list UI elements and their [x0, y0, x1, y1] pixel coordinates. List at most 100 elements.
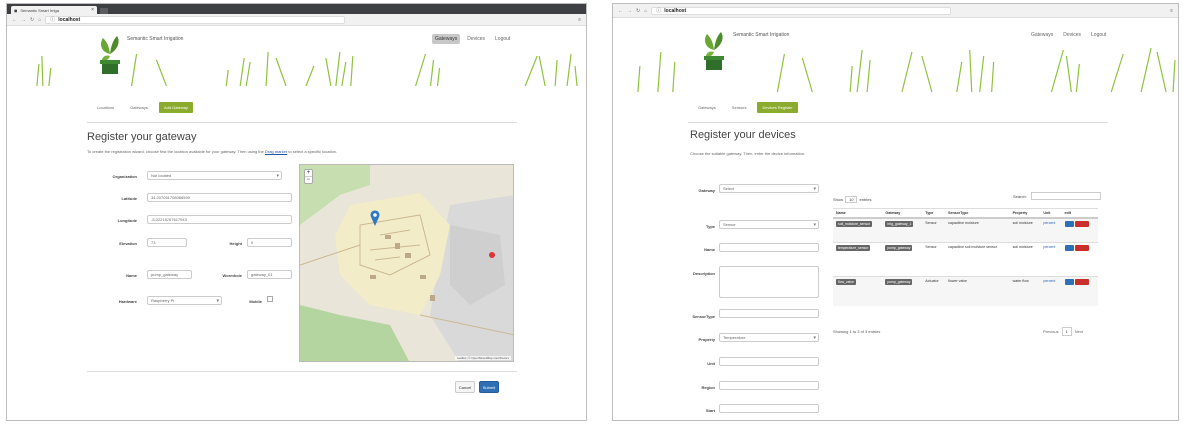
reload-icon[interactable]: ↻: [636, 8, 640, 14]
page-title: Register your devices: [690, 129, 796, 141]
gateway-select[interactable]: Select: [719, 184, 819, 193]
type-cell: Sensor: [922, 241, 946, 276]
mobile-checkbox[interactable]: [267, 296, 273, 302]
app-header: Semantic Smart Irrigation Gateways Devic…: [7, 26, 586, 86]
address-bar[interactable]: ⓘ localhost: [651, 6, 952, 15]
length-select[interactable]: 10: [845, 196, 858, 203]
name-input[interactable]: [719, 243, 819, 252]
tab-devices-register[interactable]: Devices Register: [757, 102, 798, 113]
close-icon[interactable]: ×: [91, 7, 94, 13]
edit-button[interactable]: [1064, 221, 1074, 227]
table-header-row: Name Gateway Type SensorType Property Un…: [833, 208, 1098, 219]
unit-cell[interactable]: percent: [1040, 275, 1062, 306]
map-marker-icon[interactable]: [370, 210, 380, 226]
nav-gateways[interactable]: Gateways: [1028, 30, 1056, 40]
elevation-input[interactable]: 73: [147, 238, 187, 247]
hardware-select[interactable]: Raspberry Pi: [147, 296, 222, 305]
submit-button[interactable]: Submit: [479, 381, 499, 393]
location-map[interactable]: + − Leaflet | © OpenStreetMap contributo…: [299, 164, 514, 362]
unit-cell[interactable]: percent: [1040, 241, 1062, 276]
region-input[interactable]: [719, 381, 819, 390]
new-tab-button[interactable]: [100, 8, 108, 14]
drag-marker-link[interactable]: Drag marker: [265, 149, 287, 154]
nav-gateways[interactable]: Gateways: [432, 34, 461, 44]
nav-logout[interactable]: Logout: [1088, 30, 1109, 40]
col-edit[interactable]: edit: [1061, 208, 1098, 219]
search-input[interactable]: [1030, 192, 1101, 200]
tab-sensors[interactable]: Sensors: [727, 103, 752, 112]
left-browser-window: ◼ Semantic Smart Irriga × ← → ↻ ⌂ ⓘ loca…: [6, 3, 587, 421]
tab-gateways[interactable]: Gateways: [693, 103, 721, 112]
organization-select[interactable]: Not located: [147, 171, 282, 180]
nav-devices[interactable]: Devices: [464, 34, 488, 44]
type-select[interactable]: Sensor: [719, 220, 819, 229]
search-label: Search:: [1013, 193, 1027, 199]
elevation-label: Elevation: [119, 241, 137, 246]
nav-devices[interactable]: Devices: [1060, 30, 1084, 40]
tab-add-gateway[interactable]: Add Gateway: [158, 102, 193, 113]
back-icon[interactable]: ←: [12, 17, 17, 23]
device-name-chip: temperature_sensor: [836, 244, 871, 251]
menu-icon[interactable]: ≡: [1170, 8, 1173, 14]
page-description: Choose the suitable gateway. Then, enter…: [690, 151, 806, 156]
description-textarea[interactable]: [719, 266, 819, 298]
browser-tab[interactable]: ◼ Semantic Smart Irriga ×: [11, 6, 97, 14]
property-cell: soil moisture: [1009, 241, 1041, 276]
menu-icon[interactable]: ≡: [578, 17, 581, 23]
tab-gateways[interactable]: Gateways: [125, 103, 153, 112]
previous-page-button[interactable]: Previous: [1043, 329, 1059, 334]
longitude-input[interactable]: -5.02215767617043: [147, 215, 292, 224]
plant-logo-image: [704, 32, 724, 70]
delete-button[interactable]: [1074, 278, 1089, 285]
cancel-button[interactable]: Cancel: [455, 381, 475, 393]
next-page-button[interactable]: Next: [1075, 329, 1083, 334]
delete-button[interactable]: [1074, 244, 1089, 251]
col-type[interactable]: Type: [922, 208, 946, 219]
col-unit[interactable]: Unit: [1040, 208, 1062, 219]
unit-cell[interactable]: percent: [1040, 217, 1062, 242]
app-title: Semantic Smart Irrigation: [733, 32, 790, 38]
wormhole-label: Wormhole: [222, 273, 242, 278]
edit-button[interactable]: [1064, 278, 1074, 285]
address-bar[interactable]: ⓘ localhost: [45, 15, 346, 24]
map-tiles-image: [300, 165, 513, 361]
sensortype-input[interactable]: [719, 309, 819, 318]
height-input[interactable]: 0: [247, 238, 292, 247]
col-sensortype[interactable]: SensorType: [945, 208, 1010, 219]
forward-icon[interactable]: →: [627, 8, 632, 14]
right-browser-window: ← → ↻ ⌂ ⓘ localhost ≡ Semantic Smart Irr…: [612, 3, 1179, 421]
col-property[interactable]: Property: [1009, 208, 1041, 219]
page-1-button[interactable]: 1: [1061, 327, 1072, 336]
home-icon[interactable]: ⌂: [38, 17, 41, 23]
edit-button[interactable]: [1064, 244, 1074, 251]
gateway-chip: pump_gateway: [885, 244, 913, 251]
property-label: Property: [698, 337, 715, 342]
col-gateway[interactable]: Gateway: [882, 208, 923, 219]
property-select[interactable]: Temperature: [719, 333, 819, 342]
latitude-input[interactable]: 34.207051708066590: [147, 193, 292, 202]
tab-locations[interactable]: Locations: [92, 103, 119, 112]
app-header: Semantic Smart Irrigation Gateways Devic…: [613, 18, 1178, 92]
zoom-out-button[interactable]: −: [305, 176, 312, 183]
home-icon[interactable]: ⌂: [644, 8, 647, 14]
forward-icon[interactable]: →: [21, 17, 26, 23]
top-navigation: Gateways Devices Logout: [432, 34, 513, 44]
name-input[interactable]: pump_gateway: [147, 270, 192, 279]
sensortype-label: SensorType: [692, 314, 715, 319]
hardware-label: Hardware: [118, 299, 137, 304]
length-control: Show 10 entries: [833, 196, 871, 203]
reload-icon[interactable]: ↻: [30, 17, 34, 23]
page-favicon-icon: ◼: [14, 7, 18, 13]
devices-table: Name Gateway Type SensorType Property Un…: [833, 208, 1098, 306]
tab-title: Semantic Smart Irriga: [20, 7, 60, 13]
col-name[interactable]: Name: [833, 208, 883, 219]
delete-button[interactable]: [1074, 221, 1089, 227]
back-icon[interactable]: ←: [618, 8, 623, 14]
unit-input[interactable]: [719, 357, 819, 366]
nav-logout[interactable]: Logout: [492, 34, 513, 44]
longitude-label: Longitude: [117, 218, 137, 223]
start-input[interactable]: [719, 404, 819, 413]
wormhole-input[interactable]: gateway_01: [247, 270, 292, 279]
latitude-label: Latitude: [121, 196, 137, 201]
type-cell: Actuator: [922, 275, 946, 306]
